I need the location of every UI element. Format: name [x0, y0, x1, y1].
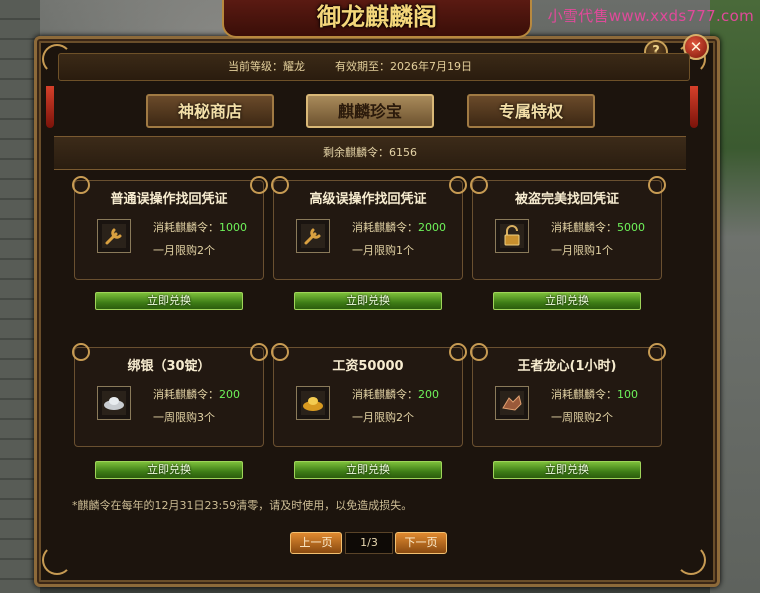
remaining-bar: 剩余麒麟令：6156 [54, 136, 686, 170]
card-ornament [72, 176, 90, 194]
window-title: 御龙麒麟阁 [222, 0, 532, 38]
lock-icon[interactable] [495, 219, 529, 253]
corner-ornament [676, 545, 706, 575]
current-level: 当前等级：耀龙 [228, 60, 305, 73]
item-cost: 消耗麒麟令：5000 [551, 221, 645, 234]
item-card: 高级误操作找回凭证 消耗麒麟令：2000 一月限购1个 [273, 180, 463, 280]
footnote: *麒麟令在每年的12月31日23:59清零，请及时使用，以免造成损失。 [72, 499, 413, 512]
redeem-button[interactable]: 立即兑换 [95, 461, 243, 479]
watermark: 小雪代售www.xxds777.com [547, 7, 754, 25]
item-title: 高级误操作找回凭证 [309, 192, 427, 207]
item-title: 王者龙心(1小时) [517, 359, 617, 374]
item-limit: 一周限购2个 [551, 411, 613, 424]
item-limit: 一月限购2个 [153, 244, 215, 257]
item-title: 被盗完美找回凭证 [514, 192, 619, 207]
item-card: 王者龙心(1小时) 消耗麒麟令：100 一周限购2个 [472, 347, 662, 447]
item-limit: 一月限购2个 [352, 411, 414, 424]
item-card: 绑银（30锭） 消耗麒麟令：200 一周限购3个 [74, 347, 264, 447]
remaining-tokens: 剩余麒麟令：6156 [323, 146, 417, 159]
item-limit: 一月限购1个 [551, 244, 613, 257]
item-title: 普通误操作找回凭证 [110, 192, 228, 207]
item-card: 被盗完美找回凭证 消耗麒麟令：5000 一月限购1个 [472, 180, 662, 280]
card-ornament [449, 176, 467, 194]
tab-exclusive-privilege[interactable]: 专属特权 [467, 94, 595, 128]
tassel-right [690, 86, 698, 128]
item-limit: 一月限购1个 [352, 244, 414, 257]
tassel-left [46, 86, 54, 128]
card-ornament [271, 176, 289, 194]
item-title: 工资50000 [332, 359, 404, 374]
item-cost: 消耗麒麟令：200 [352, 388, 439, 401]
page-indicator: 1/3 [345, 532, 393, 554]
card-ornament [72, 343, 90, 361]
card-ornament [470, 176, 488, 194]
redeem-button[interactable]: 立即兑换 [95, 292, 243, 310]
item-card: 普通误操作找回凭证 消耗麒麟令：1000 一月限购2个 [74, 180, 264, 280]
next-page-button[interactable]: 下一页 [395, 532, 447, 554]
gold-ingot-icon[interactable] [296, 386, 330, 420]
item-card: 工资50000 消耗麒麟令：200 一月限购2个 [273, 347, 463, 447]
card-ornament [449, 343, 467, 361]
card-ornament [271, 343, 289, 361]
corner-ornament [42, 545, 72, 575]
redeem-button[interactable]: 立即兑换 [493, 461, 641, 479]
redeem-button[interactable]: 立即兑换 [294, 461, 442, 479]
item-cost: 消耗麒麟令：2000 [352, 221, 446, 234]
wrench-icon[interactable] [296, 219, 330, 253]
card-ornament [250, 343, 268, 361]
card-ornament [648, 176, 666, 194]
expiry-date: 有效期至：2026年7月19日 [335, 60, 472, 73]
silver-ingot-icon[interactable] [97, 386, 131, 420]
prev-page-button[interactable]: 上一页 [290, 532, 342, 554]
redeem-button[interactable]: 立即兑换 [493, 292, 641, 310]
wrench-icon[interactable] [97, 219, 131, 253]
redeem-button[interactable]: 立即兑换 [294, 292, 442, 310]
item-cost: 消耗麒麟令：100 [551, 388, 638, 401]
tab-qilin-treasure[interactable]: 麒麟珍宝 [306, 94, 434, 128]
card-ornament [250, 176, 268, 194]
item-cost: 消耗麒麟令：1000 [153, 221, 247, 234]
item-limit: 一周限购3个 [153, 411, 215, 424]
card-ornament [648, 343, 666, 361]
tab-mystery-shop[interactable]: 神秘商店 [146, 94, 274, 128]
card-ornament [470, 343, 488, 361]
item-cost: 消耗麒麟令：200 [153, 388, 240, 401]
item-title: 绑银（30锭） [127, 359, 211, 374]
dragon-heart-icon[interactable] [495, 386, 529, 420]
